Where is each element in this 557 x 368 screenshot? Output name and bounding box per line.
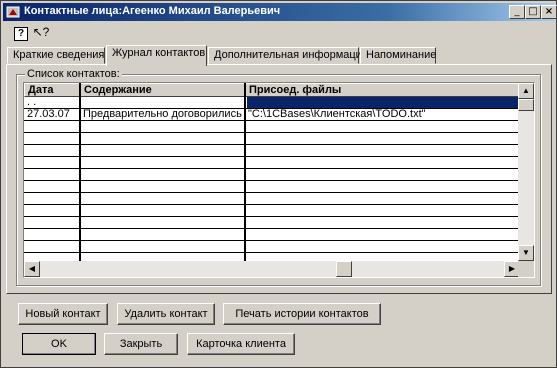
table-row[interactable] <box>24 121 520 133</box>
scroll-corner <box>518 261 534 277</box>
title-bar[interactable]: Контактные лица:Агеенко Михаил Валерьеви… <box>3 3 557 21</box>
cell-files-selected <box>247 97 520 108</box>
delete-contact-button[interactable]: Удалить контакт <box>117 303 215 325</box>
column-header-content[interactable]: Содержание <box>80 83 245 97</box>
help-icon[interactable]: ? <box>11 23 31 41</box>
new-contact-button[interactable]: Новый контакт <box>18 303 108 325</box>
tab-summary[interactable]: Краткие сведения <box>7 47 105 64</box>
maximize-button[interactable]: □ <box>525 5 541 19</box>
scroll-up-arrow-icon[interactable]: ▲ <box>518 83 534 99</box>
whats-this-icon[interactable]: ↖? <box>31 23 51 41</box>
column-header-files[interactable]: Присоед. файлы <box>245 83 520 97</box>
client-card-button[interactable]: Карточка клиента <box>187 333 295 355</box>
minimize-button[interactable]: _ <box>509 5 525 19</box>
vertical-scrollbar[interactable]: ▲ ▼ <box>518 83 534 261</box>
print-history-button[interactable]: Печать истории контактов <box>223 303 381 325</box>
horizontal-scroll-thumb[interactable] <box>336 261 352 277</box>
cell-date: 27.03.07 <box>27 109 70 120</box>
tab-contact-log[interactable]: Журнал контактов <box>106 45 207 66</box>
scroll-left-arrow-icon[interactable]: ◀ <box>24 261 40 277</box>
tab-bar: Краткие сведения Журнал контактов Дополн… <box>3 45 554 66</box>
table-row[interactable] <box>24 229 520 241</box>
table-row[interactable]: 27.03.07 Предварительно договорились о "… <box>24 109 520 121</box>
column-divider <box>79 83 81 261</box>
cell-content <box>80 97 245 108</box>
app-icon <box>6 6 20 18</box>
cell-content: Предварительно договорились о <box>83 109 245 120</box>
table-row[interactable] <box>24 217 520 229</box>
contact-window: Контактные лица:Агеенко Михаил Валерьеви… <box>0 0 557 368</box>
tab-additional-info[interactable]: Дополнительная информация <box>208 47 368 64</box>
close-dialog-button[interactable]: Закрыть <box>104 333 178 355</box>
contacts-table[interactable]: Дата Содержание Присоед. файлы . . 27.03… <box>23 82 535 278</box>
column-header-date[interactable]: Дата <box>24 83 80 97</box>
vertical-scroll-thumb[interactable] <box>518 99 534 111</box>
table-row[interactable] <box>24 169 520 181</box>
table-row[interactable] <box>24 205 520 217</box>
cell-files: "C:\1CBases\Клиентская\TODO.txt" <box>248 109 426 120</box>
ok-button[interactable]: OK <box>22 333 96 355</box>
horizontal-scrollbar[interactable]: ◀ ▶ <box>24 261 520 277</box>
table-row[interactable]: . . <box>24 97 520 109</box>
table-row[interactable] <box>24 241 520 253</box>
column-divider <box>244 83 246 261</box>
window-title: Контактные лица:Агеенко Михаил Валерьеви… <box>24 5 281 17</box>
close-button[interactable]: × <box>541 5 557 19</box>
table-row[interactable] <box>24 193 520 205</box>
table-row[interactable] <box>24 133 520 145</box>
scroll-down-arrow-icon[interactable]: ▼ <box>518 245 534 261</box>
table-row[interactable] <box>24 145 520 157</box>
tab-reminder[interactable]: Напоминание <box>360 47 436 64</box>
table-row[interactable] <box>24 157 520 169</box>
toolbar: ? ↖? <box>3 22 554 44</box>
table-row[interactable] <box>24 181 520 193</box>
contacts-group-label: Список контактов: <box>25 68 122 80</box>
cell-date: . . <box>27 97 37 108</box>
